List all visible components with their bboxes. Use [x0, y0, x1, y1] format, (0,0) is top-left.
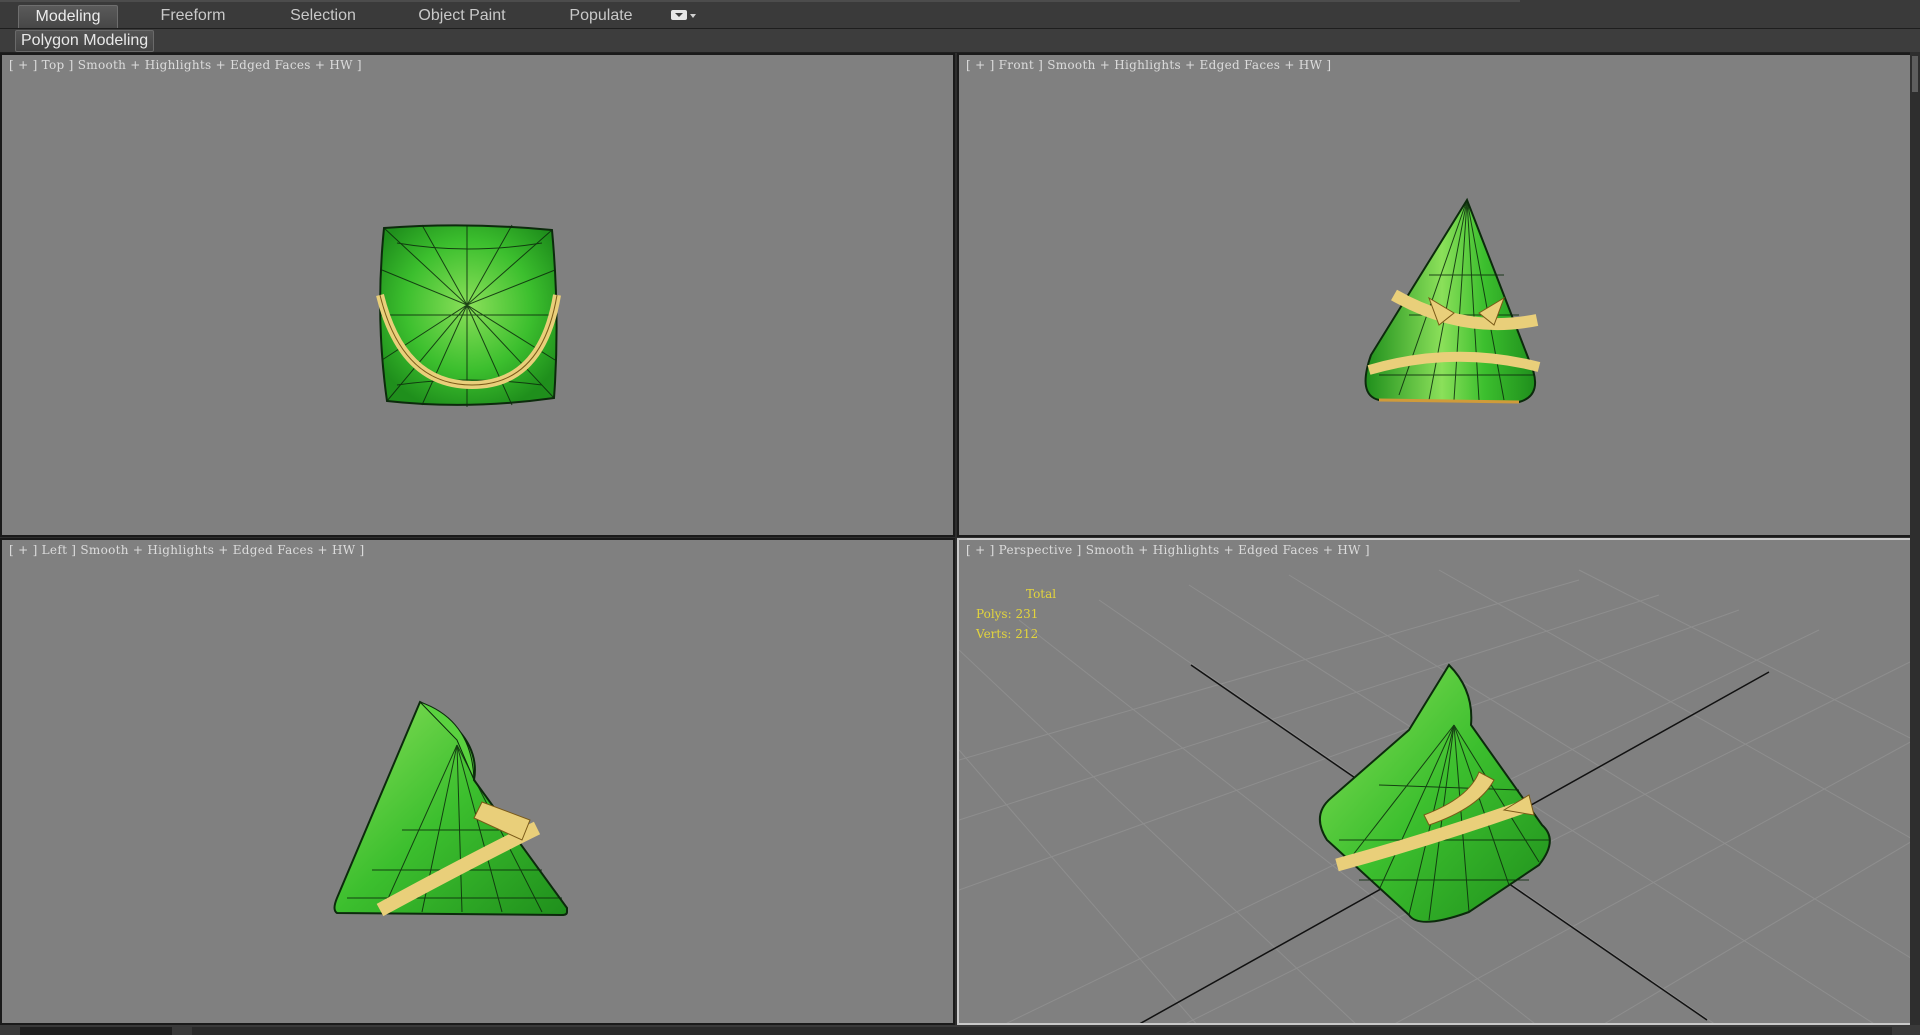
dumpling-mesh-left [333, 700, 568, 917]
tab-modeling[interactable]: Modeling [18, 5, 118, 28]
app-window: Modeling Freeform Selection Object Paint… [0, 0, 1920, 1035]
viewport-left[interactable]: [ + ] Left ] Smooth + Highlights + Edged… [0, 538, 955, 1025]
tab-freeform[interactable]: Freeform [145, 5, 241, 27]
ribbon-tab-bar: Modeling Freeform Selection Object Paint… [0, 0, 1920, 29]
viewport-perspective[interactable]: [ + ] Perspective ] Smooth + Highlights … [957, 538, 1912, 1025]
scroll-thumb[interactable] [1912, 56, 1918, 92]
time-slider[interactable] [20, 1027, 172, 1035]
dropdown-menu-icon[interactable] [668, 7, 698, 25]
dumpling-mesh-top [376, 224, 561, 407]
ribbon-panel-bar: Polygon Modeling [0, 29, 1920, 53]
viewport-front[interactable]: [ + ] Front ] Smooth + Highlights + Edge… [957, 53, 1912, 537]
status-bar [0, 1025, 1920, 1035]
track-bar[interactable] [192, 1027, 1892, 1035]
tab-selection[interactable]: Selection [278, 5, 368, 27]
perspective-scene [959, 569, 1910, 1023]
viewport-top[interactable]: [ + ] Top ] Smooth + Highlights + Edged … [0, 53, 955, 537]
tab-object-paint[interactable]: Object Paint [408, 5, 516, 27]
right-scrollbar[interactable] [1910, 52, 1920, 1035]
polygon-modeling-button[interactable]: Polygon Modeling [15, 30, 155, 52]
title-divider [0, 0, 1520, 2]
tab-populate[interactable]: Populate [560, 5, 642, 27]
dumpling-mesh-front [1364, 197, 1541, 404]
